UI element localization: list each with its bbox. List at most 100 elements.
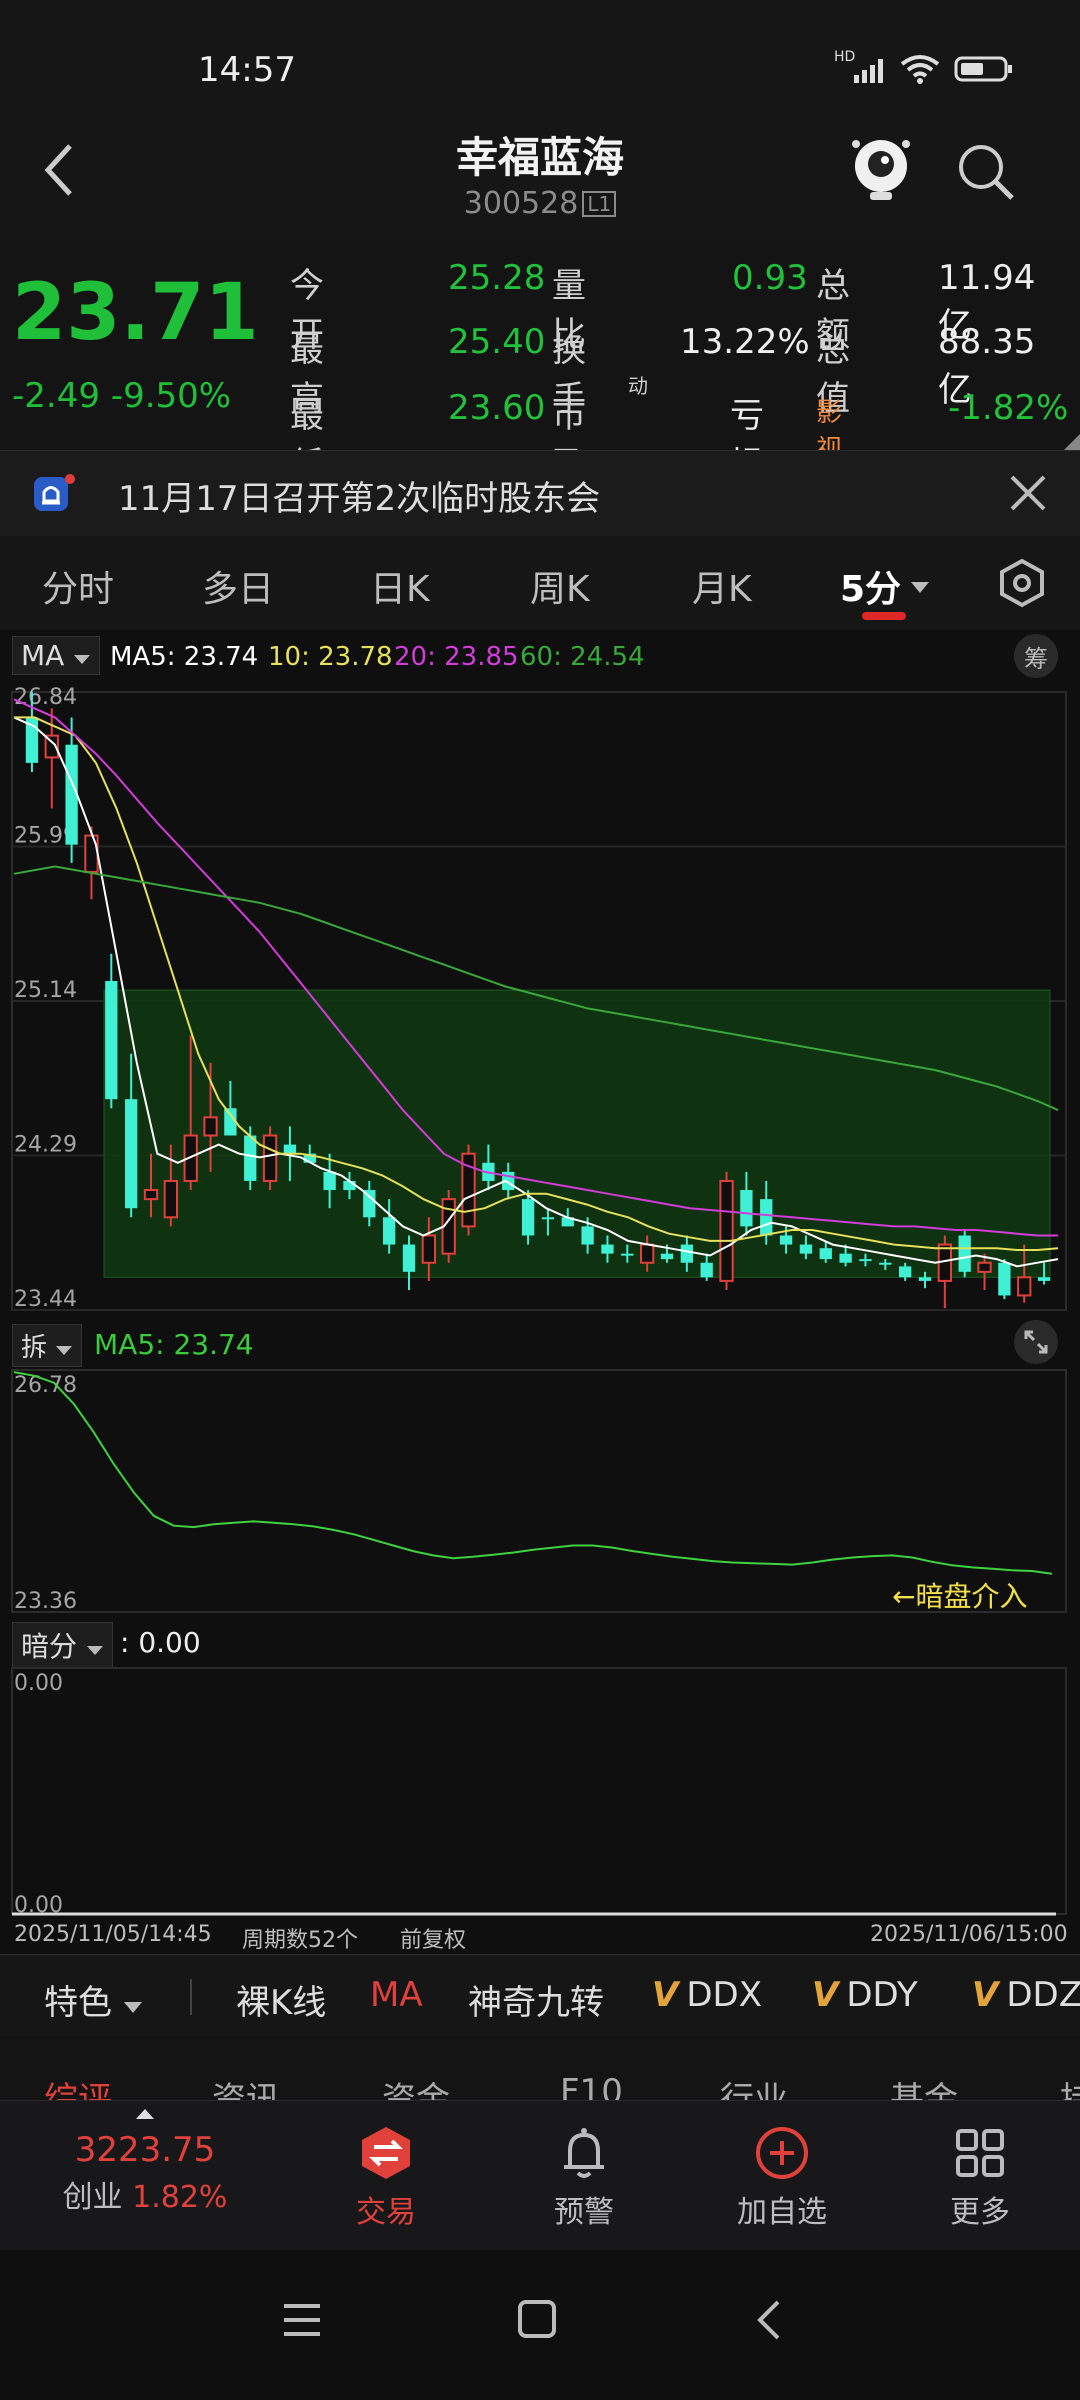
divider [190,1979,192,2015]
search-button[interactable] [956,142,1016,206]
period-count: 周期数52个 [242,1928,358,1953]
quote-panel: 23.71 -2.49 -9.50% 今开 25.28 量比 0.93 总额 1… [0,238,1080,539]
stock-code: 300528 L1 [0,186,1080,221]
sub2-value: : 0.00 [120,1626,201,1659]
chart-frame [11,1369,1067,1613]
indicator-nine-turn[interactable]: 神奇九转 [468,1975,604,2024]
y-tick-label: 26.84 [14,685,77,710]
y-top-label: 0.00 [14,1671,63,1696]
index-name: 创业 [62,2180,123,2215]
sub2-selector[interactable]: 暗分 [12,1622,113,1668]
ma-selector[interactable]: MA [12,636,101,675]
robot-eye-icon [852,140,910,200]
sub-chart-1[interactable]: 26.78 23.36 ←暗盘介入 [0,1366,1080,1616]
candle-body [799,1244,813,1254]
candle-body [283,1144,297,1154]
ma5-value: MA5: 23.74 [110,642,259,672]
candle-body [581,1226,594,1245]
nav-add-watchlist[interactable]: 加自选 [702,2125,862,2231]
indicator-ddx[interactable]: V DDX [652,1975,762,2015]
ma5-line [13,1371,1053,1575]
signal-icon: HD [834,49,886,85]
home-button[interactable] [516,2298,558,2344]
price-change: -2.49 -9.50% [12,376,232,416]
candle-body [402,1244,416,1272]
ma20-value: 20: 23.85 [394,642,519,672]
candle-body [621,1253,634,1256]
close-icon [1010,475,1046,511]
system-back-button[interactable] [754,2298,784,2346]
candle-body [977,1261,992,1273]
system-navigation [0,2250,1080,2400]
status-time: 14:57 [198,50,296,90]
candle-body [244,1135,257,1181]
period-tabs: 分时 多日 日K 周K 月K 5分 [0,536,1080,630]
sub-chart-1-legend: 拆 MA5: 23.74 [0,1320,1080,1367]
candle-body [143,1189,159,1201]
adjust-mode: 前复权 [400,1928,467,1953]
indicator-ma[interactable]: MA [370,1975,423,2015]
candle-body [1017,1276,1032,1297]
candle-body [262,1134,278,1182]
candle-body [105,981,118,1100]
sub1-selector[interactable]: 拆 [12,1324,83,1367]
tab-daily-k[interactable]: 日K [370,560,430,612]
sub-chart-2[interactable]: 0.000.00 [0,1664,1080,1918]
caret-down-icon [86,1646,103,1655]
status-icons: HD [834,49,1014,88]
sub1-ma5: MA5: 23.74 [94,1328,254,1361]
level-badge: L1 [582,191,617,217]
expand-button[interactable] [1014,1320,1058,1364]
notification-bell-icon [34,474,75,511]
ma10-value: 10: 23.78 [268,642,393,672]
nav-alert[interactable]: 预警 [504,2125,664,2231]
index-value: 3223.75 [74,2130,216,2170]
caret-down-icon [74,655,91,664]
tab-multi-day[interactable]: 多日 [202,560,274,612]
chart-settings-button[interactable] [998,558,1046,612]
candle-body [383,1217,396,1245]
index-ticker[interactable]: 3223.75 创业 1.82% [60,2105,230,2216]
candle-body [323,1171,336,1191]
candle-body [521,1199,535,1236]
candle-body [660,1253,674,1260]
nav-trade[interactable]: 交易 [306,2125,466,2231]
indicator-ddz[interactable]: V DDZ [972,1975,1080,2015]
candle-body [819,1248,832,1260]
y-bottom-label: 23.36 [14,1589,77,1614]
hexagon-settings-icon [1000,558,1044,608]
candle-body [203,1116,218,1137]
y-tick-label: 25.14 [14,978,77,1003]
recents-button[interactable] [282,2300,322,2344]
active-tab-indicator [862,612,906,620]
indicator-ddy[interactable]: V DDY [812,1975,918,2015]
candle-body [1037,1277,1051,1281]
square-icon [518,2300,556,2338]
battery-icon [954,55,1014,87]
candle-body [740,1190,753,1227]
candle-body [421,1234,436,1264]
caret-down-icon [123,2002,142,2013]
candle-body [541,1217,555,1220]
indicator-bare-k[interactable]: 裸K线 [236,1975,326,2024]
tab-intraday[interactable]: 分时 [42,560,114,612]
candle-body [84,834,99,873]
x-end-label: 2025/11/06/15:00 [870,1922,1068,1947]
sub-chart-2-legend: 暗分 : 0.00 [0,1618,1080,1668]
assistant-button[interactable] [850,134,912,206]
tab-weekly-k[interactable]: 周K [530,560,590,612]
indicator-bar: 特色 裸K线 MA 神奇九转 V DDX V DDY V DDZ [0,1954,1080,2038]
notice-bar[interactable]: 11月17日召开第2次临时股东会 [0,450,1080,538]
last-price: 23.71 [12,268,259,358]
candle-body [879,1262,892,1265]
notice-close-button[interactable] [1008,473,1048,517]
tab-5min[interactable]: 5分 [840,560,931,612]
nav-more[interactable]: 更多 [900,2125,1060,2231]
chip-distribution-button[interactable]: 筹 [1014,634,1058,678]
candle-body [680,1244,693,1263]
tab-monthly-k[interactable]: 月K [692,560,752,612]
feature-dropdown[interactable]: 特色 [44,1975,143,2024]
candle-body [998,1262,1011,1296]
candlestick-chart[interactable]: 26.8425.9925.1424.2923.44 [0,680,1080,1320]
candle-body [363,1190,376,1218]
